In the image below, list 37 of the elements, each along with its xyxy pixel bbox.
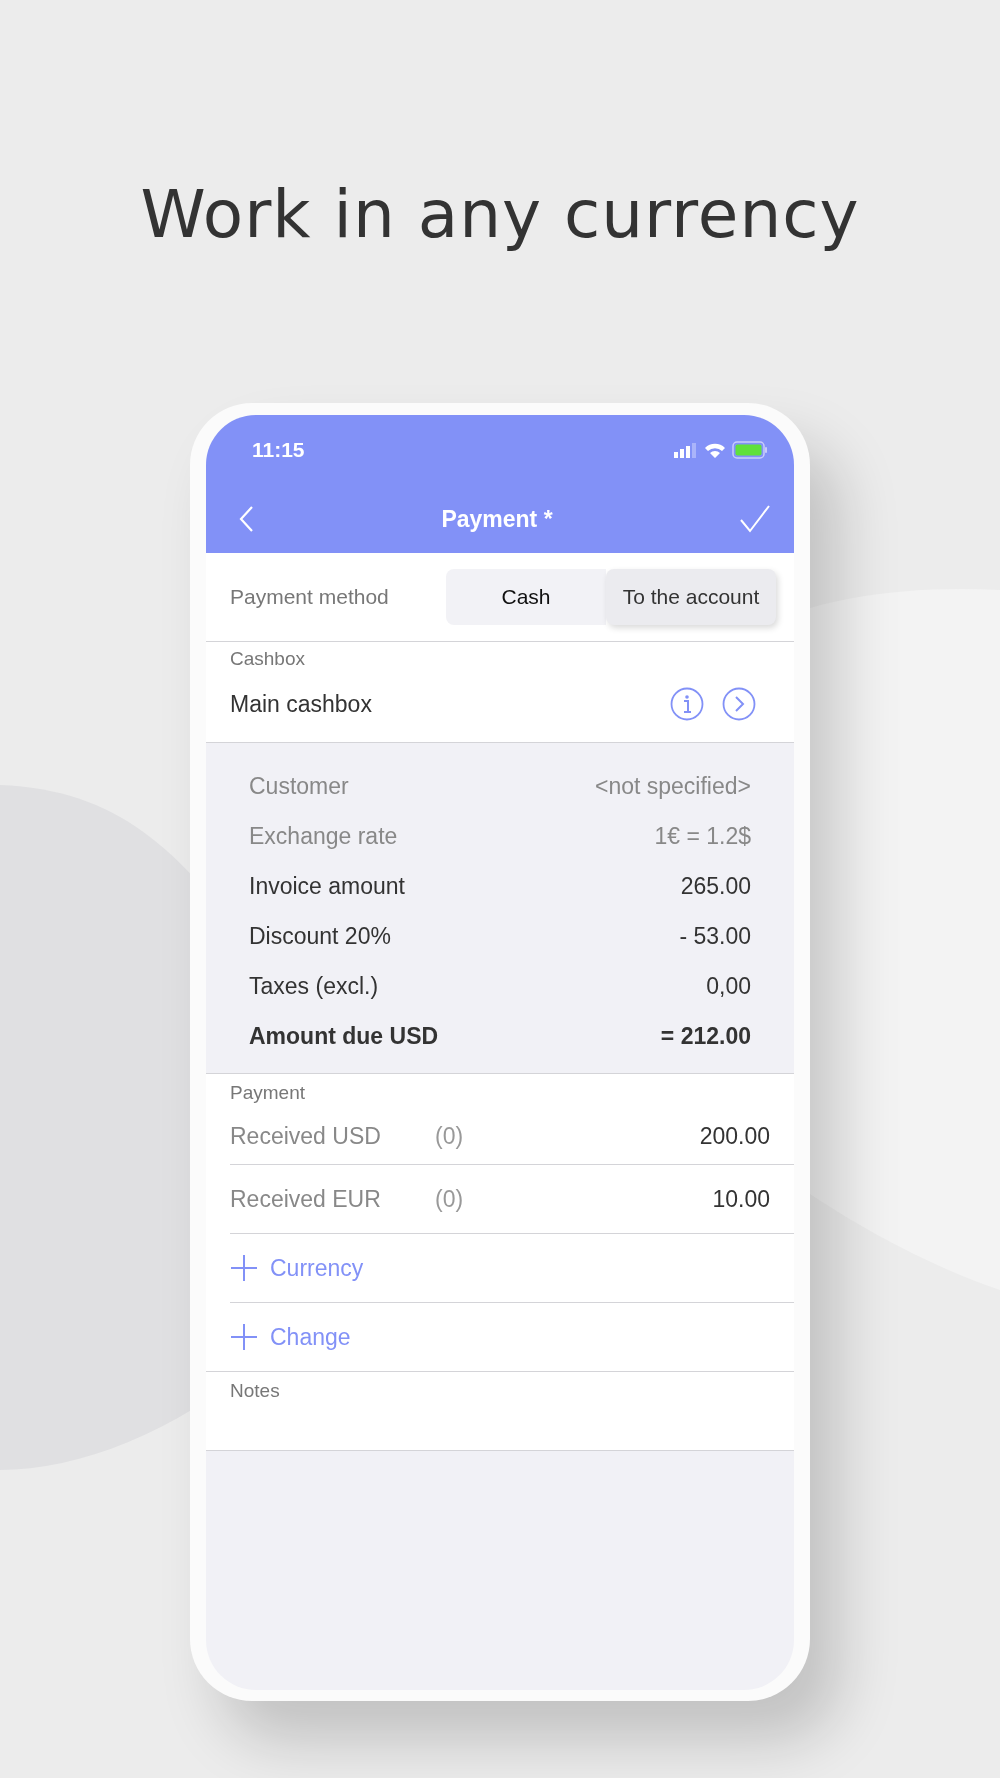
received-count: (0): [435, 1185, 465, 1213]
wifi-icon: [704, 442, 726, 458]
summary-label: Amount due USD: [249, 1022, 439, 1050]
summary-label: Customer: [249, 772, 349, 800]
checkmark-icon[interactable]: [740, 505, 770, 533]
received-label: Received USD: [230, 1122, 382, 1150]
status-time: 11:15: [252, 438, 305, 462]
plus-icon: [230, 1254, 258, 1282]
section-label: Cashbox: [230, 648, 306, 671]
summary-label: Taxes (excl.): [249, 972, 379, 1000]
battery-icon: [732, 441, 768, 459]
summary-value: <not specified>: [595, 772, 751, 800]
plus-icon: [230, 1323, 258, 1351]
notes-label: Notes: [230, 1380, 281, 1403]
amount-field[interactable]: 200.00: [699, 1122, 770, 1150]
segment-tab[interactable]: Cash: [446, 569, 606, 625]
screen-title: Payment *: [441, 505, 553, 533]
signal-icon: [674, 442, 698, 458]
received-label: Received EUR: [230, 1185, 382, 1213]
summary-label: Discount 20%: [249, 922, 391, 950]
field-label: Payment method: [230, 585, 389, 609]
chevron-icon[interactable]: [722, 687, 756, 721]
headline: Work in any currency: [139, 175, 861, 255]
summary-value: 265.00: [680, 872, 751, 900]
section-label: Payment: [230, 1082, 306, 1105]
back-icon[interactable]: [238, 505, 254, 533]
amount-field[interactable]: 10.00: [712, 1185, 770, 1213]
summary-value: - 53.00: [679, 922, 751, 950]
info-icon[interactable]: [670, 687, 704, 721]
summary-label: Exchange rate: [249, 822, 398, 850]
summary-value: 0,00: [706, 972, 751, 1000]
segment-tab[interactable]: To the account: [606, 569, 776, 625]
summary-label: Invoice amount: [249, 872, 405, 900]
summary-value: = 212.00: [660, 1022, 751, 1050]
cashbox-value: Main cashbox: [230, 690, 373, 718]
summary-value: 1€ = 1.2$: [654, 822, 751, 850]
received-count: (0): [435, 1122, 465, 1150]
